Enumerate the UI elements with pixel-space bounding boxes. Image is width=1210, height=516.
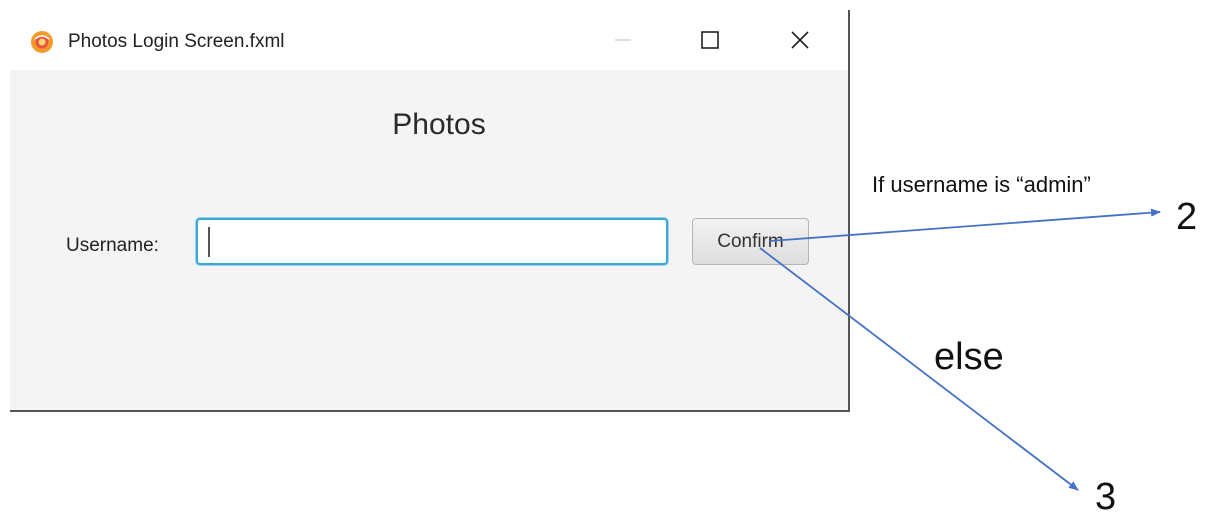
title-bar: Photos Login Screen.fxml bbox=[10, 10, 848, 70]
username-input[interactable] bbox=[196, 218, 668, 265]
username-label: Username: bbox=[66, 235, 159, 256]
target-3-label: 3 bbox=[1095, 476, 1117, 516]
close-button[interactable] bbox=[777, 16, 823, 64]
login-form: Photos Username: Confirm bbox=[10, 70, 848, 410]
else-note: else bbox=[934, 336, 1004, 378]
app-logo-icon bbox=[31, 31, 53, 53]
confirm-button[interactable]: Confirm bbox=[692, 218, 809, 265]
login-window: Photos Login Screen.fxml Photos Username… bbox=[10, 10, 850, 412]
minimize-icon bbox=[615, 39, 631, 41]
page-title: Photos bbox=[392, 108, 486, 141]
target-2-label: 2 bbox=[1176, 196, 1198, 238]
maximize-icon bbox=[701, 31, 719, 49]
admin-condition-note: If username is “admin” bbox=[872, 172, 1091, 197]
maximize-button[interactable] bbox=[687, 16, 733, 64]
window-title: Photos Login Screen.fxml bbox=[68, 31, 285, 52]
text-caret bbox=[208, 227, 210, 257]
close-icon bbox=[791, 31, 809, 49]
minimize-button[interactable] bbox=[600, 16, 646, 64]
